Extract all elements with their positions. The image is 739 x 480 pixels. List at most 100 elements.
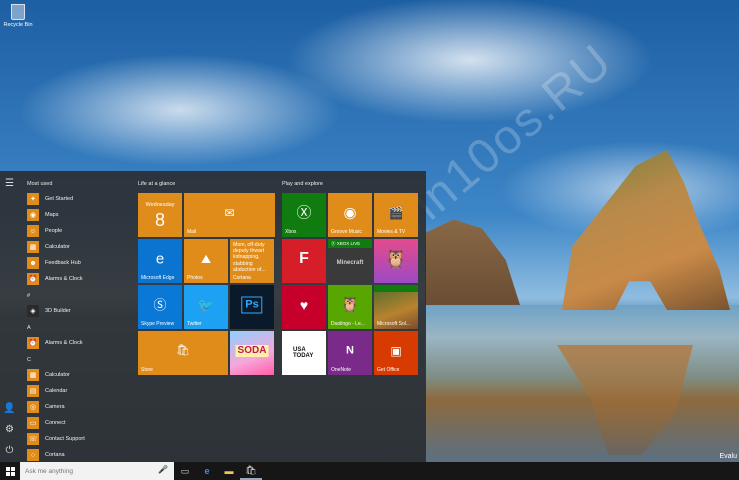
tile-xbox[interactable]: Ⓧ Xbox bbox=[282, 193, 326, 237]
most-used-header: Most used bbox=[27, 181, 53, 187]
app-3d-builder[interactable]: ◈ 3D Builder bbox=[27, 304, 132, 318]
tile-label: Xbox bbox=[285, 229, 297, 235]
app-calculator[interactable]: ▦ Calculator bbox=[27, 240, 132, 254]
tile-store[interactable]: 🛍 Store bbox=[138, 331, 228, 375]
app-camera[interactable]: ◎ Camera bbox=[27, 400, 132, 414]
cortana-search-box[interactable]: 🎤 bbox=[20, 462, 174, 480]
app-people[interactable]: ☺ People bbox=[27, 224, 132, 238]
tile-microsoft-solitaire[interactable]: Microsoft Sol... bbox=[374, 285, 418, 329]
app-feedback-hub[interactable]: ☻ Feedback Hub bbox=[27, 256, 132, 270]
alarm-clock-icon: ⏰ bbox=[27, 273, 39, 285]
twitter-icon: 🐦 bbox=[197, 297, 215, 313]
file-explorer-icon[interactable]: ▬ bbox=[218, 462, 240, 480]
duolingo-owl-icon: 🦉 bbox=[340, 296, 360, 314]
maps-icon: ◉ bbox=[27, 209, 39, 221]
calculator-icon: ▦ bbox=[27, 369, 39, 381]
edge-taskbar-icon[interactable]: e bbox=[196, 462, 218, 480]
power-icon[interactable]: ⏻ bbox=[3, 444, 16, 457]
user-account-icon[interactable]: 👤 bbox=[3, 402, 16, 415]
store-taskbar-icon[interactable]: 🛍 bbox=[240, 462, 262, 480]
section-header-a[interactable]: A bbox=[27, 325, 31, 331]
app-alarms-clock[interactable]: ⏰ Alarms & Clock bbox=[27, 272, 132, 286]
office-icon: ▣ bbox=[390, 344, 402, 359]
windows-logo-icon bbox=[5, 466, 15, 476]
tile-label: Movies & TV bbox=[377, 229, 406, 235]
xbox-banner: Ⓧ XBOX LIVE bbox=[328, 239, 372, 248]
tile-duolingo[interactable]: 🦉 Duolingo - Le... bbox=[328, 285, 372, 329]
recycle-bin[interactable]: Recycle Bin bbox=[3, 4, 33, 28]
start-rail: ☰ 👤 ⚙ ⏻ bbox=[0, 171, 20, 462]
tile-calendar[interactable]: Wednesday 8 bbox=[138, 193, 182, 237]
search-input[interactable] bbox=[25, 467, 155, 475]
minecraft-logo: Minecraft bbox=[336, 260, 364, 267]
tile-photoshop[interactable]: Ps bbox=[230, 285, 274, 329]
xbox-icon: Ⓧ bbox=[296, 204, 312, 222]
connect-icon: ▭ bbox=[27, 417, 39, 429]
app-maps[interactable]: ◉ Maps bbox=[27, 208, 132, 222]
app-connect[interactable]: ▭ Connect bbox=[27, 416, 132, 430]
recycle-bin-label: Recycle Bin bbox=[3, 22, 33, 28]
app-alarms-clock-2[interactable]: ⏰ Alarms & Clock bbox=[27, 336, 132, 350]
tile-label: Microsoft Sol... bbox=[377, 321, 411, 327]
cortana-news-text: Mom, off-duty deputy thwart kidnapping, … bbox=[233, 242, 266, 273]
start-button[interactable] bbox=[0, 462, 20, 480]
evaluation-text: Evalu bbox=[719, 453, 737, 460]
app-calendar[interactable]: ▤ Calendar bbox=[27, 384, 132, 398]
app-label: Calendar bbox=[45, 388, 68, 394]
app-label: People bbox=[45, 228, 63, 234]
tile-label: Duolingo - Le... bbox=[331, 321, 365, 327]
camera-icon: ◎ bbox=[27, 401, 39, 413]
mail-icon: ✉ bbox=[224, 206, 235, 221]
app-calculator-2[interactable]: ▦ Calculator bbox=[27, 368, 132, 382]
settings-gear-icon[interactable]: ⚙ bbox=[3, 423, 16, 436]
photos-icon: ⛰ bbox=[200, 252, 212, 267]
tile-label: Get Office bbox=[377, 367, 400, 373]
group-header-life[interactable]: Life at a glance bbox=[138, 181, 175, 187]
app-label: Calculator bbox=[45, 372, 70, 378]
tile-game-character[interactable]: 🦉 bbox=[374, 239, 418, 283]
tile-onenote[interactable]: N OneNote bbox=[328, 331, 372, 375]
app-get-started[interactable]: ✦ Get Started bbox=[27, 192, 132, 206]
tile-photos[interactable]: ⛰ Photos bbox=[184, 239, 228, 283]
app-contact-support[interactable]: ☏ Contact Support bbox=[27, 432, 132, 446]
photoshop-icon: Ps bbox=[241, 296, 263, 314]
tile-minecraft[interactable]: Ⓧ XBOX LIVE Minecraft bbox=[328, 239, 372, 283]
tile-label: OneNote bbox=[331, 367, 352, 373]
groove-music-icon: ◉ bbox=[343, 204, 357, 222]
tile-flipboard[interactable]: F bbox=[282, 239, 326, 283]
alarm-clock-icon: ⏰ bbox=[27, 337, 39, 349]
app-label: Contact Support bbox=[45, 436, 85, 442]
task-view-icon[interactable]: ▭ bbox=[174, 462, 196, 480]
tile-cortana[interactable]: Mom, off-duty deputy thwart kidnapping, … bbox=[230, 239, 274, 283]
app-label: Alarms & Clock bbox=[45, 276, 83, 282]
tile-groove[interactable]: ◉ Groove Music bbox=[328, 193, 372, 237]
group-header-play[interactable]: Play and explore bbox=[282, 181, 323, 187]
tile-iheartradio[interactable]: ♥ bbox=[282, 285, 326, 329]
tile-mail[interactable]: ✉ Mail bbox=[184, 193, 275, 237]
tile-label: Microsoft Edge bbox=[141, 275, 175, 281]
hamburger-menu-icon[interactable]: ☰ bbox=[3, 177, 16, 190]
iheartradio-icon: ♥ bbox=[299, 297, 309, 314]
calendar-icon: ▤ bbox=[27, 385, 39, 397]
tile-twitter[interactable]: 🐦 Twitter bbox=[184, 285, 228, 329]
tile-label: Skype Preview bbox=[141, 321, 175, 327]
recycle-bin-icon bbox=[11, 4, 25, 20]
microphone-icon[interactable]: 🎤 bbox=[158, 465, 168, 474]
feedback-icon: ☻ bbox=[27, 257, 39, 269]
section-header-hash[interactable]: # bbox=[27, 293, 30, 299]
cortana-icon: ○ bbox=[27, 449, 39, 461]
clapperboard-icon: 🎬 bbox=[388, 206, 404, 221]
calendar-date: 8 bbox=[154, 210, 165, 230]
section-header-c[interactable]: C bbox=[27, 357, 31, 363]
app-label: Get Started bbox=[45, 196, 74, 202]
taskbar: 🎤 ▭ e ▬ 🛍 bbox=[0, 462, 739, 480]
tile-edge[interactable]: e Microsoft Edge bbox=[138, 239, 182, 283]
app-label: Maps bbox=[45, 212, 59, 218]
app-cortana[interactable]: ○ Cortana bbox=[27, 448, 132, 462]
tile-movies-tv[interactable]: 🎬 Movies & TV bbox=[374, 193, 418, 237]
tile-usa-today[interactable]: USA TODAY bbox=[282, 331, 326, 375]
tile-skype[interactable]: Ⓢ Skype Preview bbox=[138, 285, 182, 329]
tile-candy-crush-soda[interactable]: SODA bbox=[230, 331, 274, 375]
lightbulb-icon: ✦ bbox=[27, 193, 39, 205]
tile-get-office[interactable]: ▣ Get Office bbox=[374, 331, 418, 375]
